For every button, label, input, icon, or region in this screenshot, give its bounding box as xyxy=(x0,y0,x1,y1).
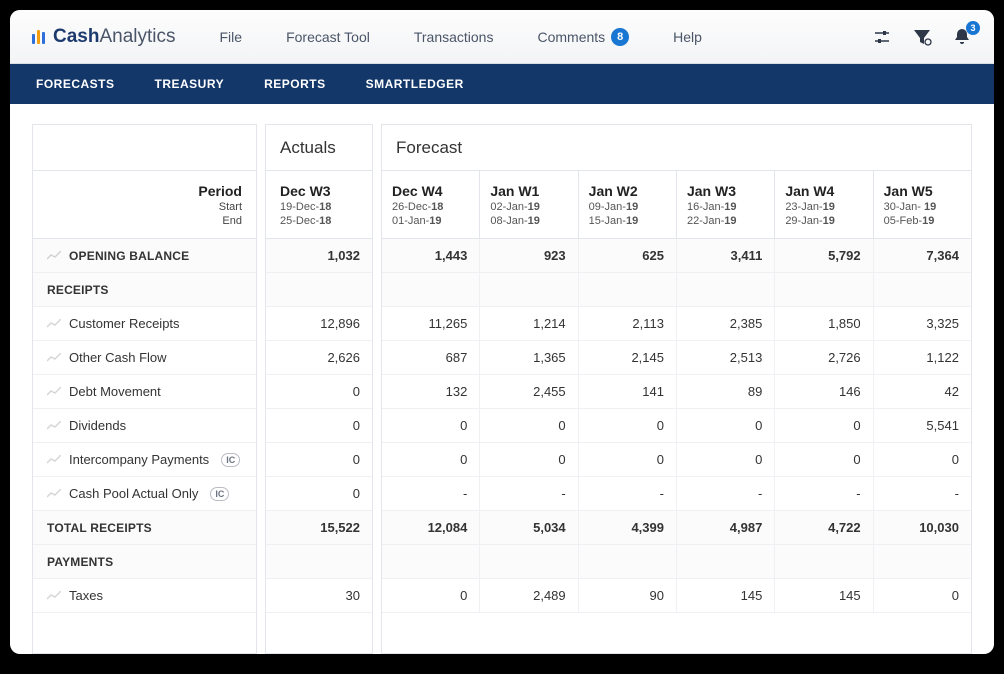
actuals-intercompany[interactable]: 0 xyxy=(266,443,372,477)
menu-file[interactable]: File xyxy=(220,29,243,45)
actuals-start: 19-Dec-18 xyxy=(280,201,358,213)
brand-logo[interactable]: CashAnalytics xyxy=(32,26,176,48)
nav-smartledger[interactable]: SMARTLEDGER xyxy=(366,77,464,91)
brand-light: Analytics xyxy=(99,26,175,47)
chart-icon xyxy=(47,251,61,261)
row-label-opening-balance[interactable]: OPENING BALANCE xyxy=(33,239,256,273)
row-label-taxes[interactable]: Taxes xyxy=(33,579,256,613)
actuals-taxes[interactable]: 30 xyxy=(266,579,372,613)
forecast-row-dividends: 0 0 0 0 0 5,541 xyxy=(382,409,971,443)
row-label-payments: PAYMENTS xyxy=(33,545,256,579)
chart-icon xyxy=(47,319,61,329)
actuals-end: 25-Dec-18 xyxy=(280,215,358,227)
actuals-payments-blank xyxy=(266,545,372,579)
row-labels-column: Period Start End OPENING BALANCE RECEIPT… xyxy=(32,124,257,654)
row-label-total-receipts: TOTAL RECEIPTS xyxy=(33,511,256,545)
forecast-row-receipts-blank xyxy=(382,273,971,307)
forecast-row-cash-pool: - - - - - - xyxy=(382,477,971,511)
nav-treasury[interactable]: TREASURY xyxy=(155,77,225,91)
actuals-total-receipts[interactable]: 15,522 xyxy=(266,511,372,545)
topbar-icons: 3 xyxy=(872,27,972,47)
forecast-period-4: Jan W4 23-Jan-19 29-Jan-19 xyxy=(775,171,872,239)
chart-icon xyxy=(47,489,61,499)
row-label-receipts: RECEIPTS xyxy=(33,273,256,307)
menu-transactions[interactable]: Transactions xyxy=(414,29,494,45)
nav-forecasts[interactable]: FORECASTS xyxy=(36,77,115,91)
nav-reports[interactable]: REPORTS xyxy=(264,77,326,91)
content-area: Period Start End OPENING BALANCE RECEIPT… xyxy=(10,104,994,654)
secondary-nav: FORECASTS TREASURY REPORTS SMARTLEDGER xyxy=(10,64,994,104)
actuals-debt-movement[interactable]: 0 xyxy=(266,375,372,409)
settings-sliders-icon[interactable] xyxy=(872,27,892,47)
forecast-period-2: Jan W2 09-Jan-19 15-Jan-19 xyxy=(579,171,676,239)
funnel-settings-icon[interactable] xyxy=(912,27,932,47)
row-label-customer-receipts[interactable]: Customer Receipts xyxy=(33,307,256,341)
actuals-opening-balance[interactable]: 1,032 xyxy=(266,239,372,273)
brand-bold: Cash xyxy=(53,26,99,47)
forecast-row-intercompany: 0 0 0 0 0 0 xyxy=(382,443,971,477)
forecast-row-taxes: 0 2,489 90 145 145 0 xyxy=(382,579,971,613)
chart-icon xyxy=(47,353,61,363)
period-label: Period xyxy=(198,183,242,199)
actuals-period-name: Dec W3 xyxy=(280,183,358,199)
ic-badge: IC xyxy=(210,487,229,501)
forecast-period-5: Jan W5 30-Jan- 19 05-Feb-19 xyxy=(874,171,971,239)
comments-count-badge: 8 xyxy=(611,28,629,46)
menu-forecast-tool[interactable]: Forecast Tool xyxy=(286,29,370,45)
forecast-period-headers: Dec W4 26-Dec-18 01-Jan-19 Jan W1 02-Jan… xyxy=(382,171,971,239)
forecast-body: 1,443 923 625 3,411 5,792 7,364 11,265 1… xyxy=(382,239,971,613)
row-label-debt-movement[interactable]: Debt Movement xyxy=(33,375,256,409)
forecast-column-group: Forecast Dec W4 26-Dec-18 01-Jan-19 Jan … xyxy=(381,124,972,654)
actuals-period-head: Dec W3 19-Dec-18 25-Dec-18 xyxy=(266,171,372,239)
chart-icon xyxy=(47,421,61,431)
actuals-other-cash-flow[interactable]: 2,626 xyxy=(266,341,372,375)
row-label-cash-pool-actual-only[interactable]: Cash Pool Actual Only IC xyxy=(33,477,256,511)
main-menu: File Forecast Tool Transactions Comments… xyxy=(220,28,873,46)
menu-comments[interactable]: Comments 8 xyxy=(537,28,629,46)
labels-section-head xyxy=(33,125,256,171)
forecast-period-1: Jan W1 02-Jan-19 08-Jan-19 xyxy=(480,171,577,239)
app-window: CashAnalytics File Forecast Tool Transac… xyxy=(10,10,994,654)
forecast-period-3: Jan W3 16-Jan-19 22-Jan-19 xyxy=(677,171,774,239)
actuals-cash-pool[interactable]: 0 xyxy=(266,477,372,511)
row-label-intercompany-payments[interactable]: Intercompany Payments IC xyxy=(33,443,256,477)
labels-period-head: Period Start End xyxy=(33,171,256,239)
ic-badge: IC xyxy=(221,453,240,467)
forecast-row-other-cash-flow: 687 1,365 2,145 2,513 2,726 1,122 xyxy=(382,341,971,375)
forecast-row-total-receipts: 12,084 5,034 4,399 4,987 4,722 10,030 xyxy=(382,511,971,545)
forecast-row-debt-movement: 132 2,455 141 89 146 42 xyxy=(382,375,971,409)
actuals-dividends[interactable]: 0 xyxy=(266,409,372,443)
actuals-section-head: Actuals xyxy=(266,125,372,171)
forecast-period-0: Dec W4 26-Dec-18 01-Jan-19 xyxy=(382,171,479,239)
row-label-dividends[interactable]: Dividends xyxy=(33,409,256,443)
forecast-row-opening-balance: 1,443 923 625 3,411 5,792 7,364 xyxy=(382,239,971,273)
start-label: Start xyxy=(219,201,242,213)
actuals-column: Actuals Dec W3 19-Dec-18 25-Dec-18 1,032… xyxy=(265,124,373,654)
topbar: CashAnalytics File Forecast Tool Transac… xyxy=(10,10,994,64)
actuals-customer-receipts[interactable]: 12,896 xyxy=(266,307,372,341)
chart-icon xyxy=(47,387,61,397)
menu-help[interactable]: Help xyxy=(673,29,702,45)
end-label: End xyxy=(222,215,242,227)
notifications-bell-icon[interactable]: 3 xyxy=(952,27,972,47)
forecast-row-payments-blank xyxy=(382,545,971,579)
forecast-row-customer-receipts: 11,265 1,214 2,113 2,385 1,850 3,325 xyxy=(382,307,971,341)
forecast-section-head: Forecast xyxy=(382,125,971,171)
row-label-other-cash-flow[interactable]: Other Cash Flow xyxy=(33,341,256,375)
chart-icon xyxy=(47,455,61,465)
bell-count-badge: 3 xyxy=(966,21,980,35)
chart-icon xyxy=(47,591,61,601)
actuals-receipts-blank xyxy=(266,273,372,307)
logo-bars-icon xyxy=(32,30,45,44)
menu-comments-label: Comments xyxy=(537,29,605,45)
